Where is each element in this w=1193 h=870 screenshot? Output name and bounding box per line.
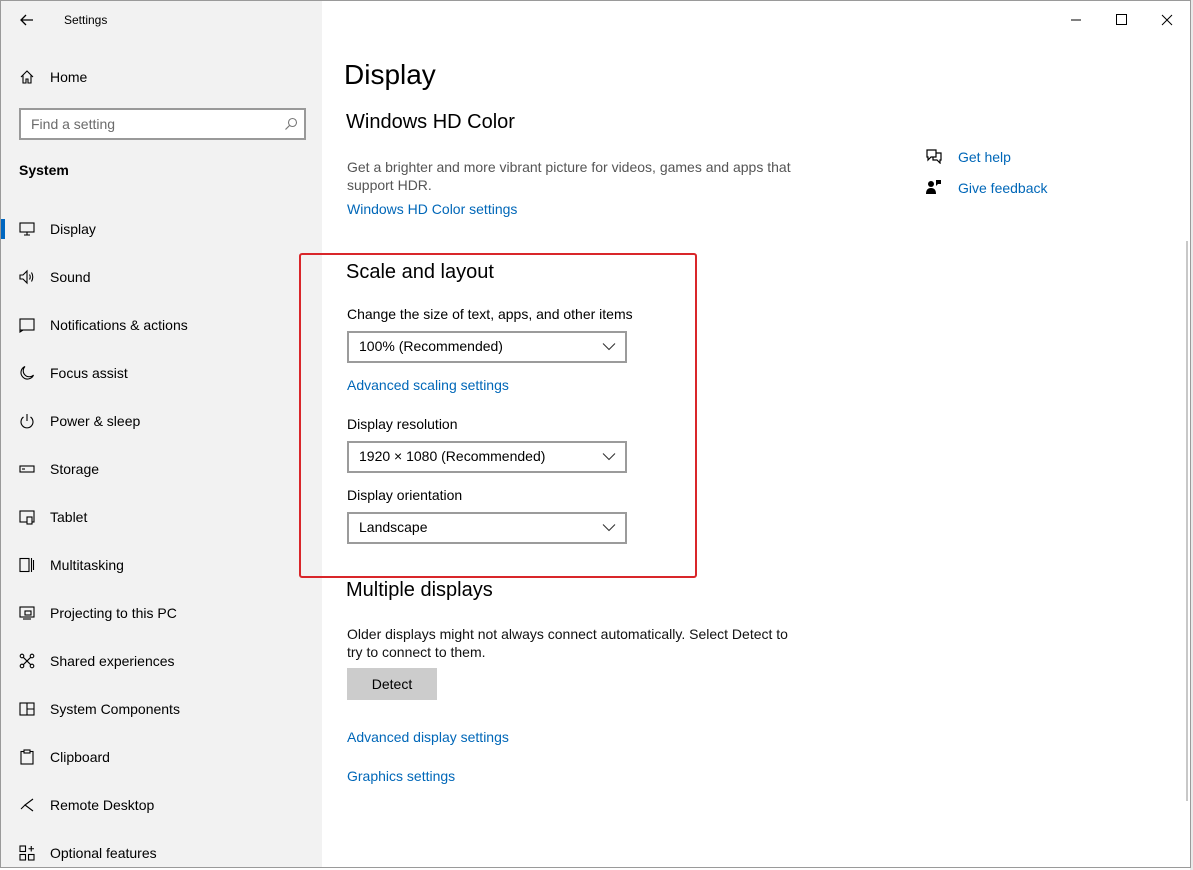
search-icon[interactable] <box>284 117 298 131</box>
sidebar: Settings Home System Display <box>1 1 322 867</box>
tablet-icon <box>19 510 35 525</box>
help-chat-icon <box>926 149 942 164</box>
main-content: Display Windows HD Color Get a brighter … <box>299 1 1190 867</box>
resolution-value: 1920 × 1080 (Recommended) <box>359 448 546 464</box>
sidebar-item-label: Focus assist <box>50 365 128 381</box>
sidebar-item-label: Projecting to this PC <box>50 605 177 621</box>
monitor-icon <box>19 222 35 236</box>
section-title-system: System <box>19 162 69 178</box>
orientation-label: Display orientation <box>347 487 463 503</box>
feedback-icon <box>926 180 941 194</box>
orientation-value: Landscape <box>359 519 428 535</box>
orientation-dropdown[interactable]: Landscape <box>347 512 627 544</box>
advanced-display-settings-link[interactable]: Advanced display settings <box>347 729 509 745</box>
sidebar-item-tablet[interactable]: Tablet <box>1 497 322 537</box>
scrollbar[interactable] <box>1186 241 1188 801</box>
sidebar-item-label: Shared experiences <box>50 653 175 669</box>
remote-desktop-icon <box>20 798 34 812</box>
sidebar-item-clipboard[interactable]: Clipboard <box>1 737 322 777</box>
search-box[interactable] <box>19 108 306 140</box>
sidebar-item-label: Power & sleep <box>50 413 141 429</box>
sidebar-item-label: Multitasking <box>50 557 124 573</box>
sidebar-item-label: Display <box>50 221 96 237</box>
speaker-icon <box>19 269 34 285</box>
resolution-dropdown[interactable]: 1920 × 1080 (Recommended) <box>347 441 627 473</box>
sidebar-item-multitasking[interactable]: Multitasking <box>1 545 322 585</box>
sidebar-item-label: Optional features <box>50 845 157 861</box>
chevron-down-icon <box>602 524 616 532</box>
back-button[interactable] <box>15 9 39 31</box>
hd-color-description: Get a brighter and more vibrant picture … <box>347 159 791 193</box>
components-icon <box>19 702 35 716</box>
sidebar-item-label: System Components <box>50 701 180 717</box>
sidebar-item-power-sleep[interactable]: Power & sleep <box>1 401 322 441</box>
moon-icon <box>20 365 35 380</box>
sidebar-item-notifications[interactable]: Notifications & actions <box>1 305 322 345</box>
give-feedback-label: Give feedback <box>958 180 1048 196</box>
graphics-settings-link[interactable]: Graphics settings <box>347 768 455 784</box>
home-label: Home <box>50 69 88 85</box>
settings-window: Settings Home System Display <box>0 0 1191 868</box>
window-title: Settings <box>64 13 108 27</box>
search-input[interactable] <box>21 110 281 138</box>
sidebar-item-focus-assist[interactable]: Focus assist <box>1 353 322 393</box>
page-title: Display <box>344 59 436 90</box>
hd-color-settings-link[interactable]: Windows HD Color settings <box>347 201 517 217</box>
power-icon <box>20 414 34 429</box>
sidebar-item-label: Storage <box>50 461 100 477</box>
sidebar-item-label: Remote Desktop <box>50 797 155 813</box>
sidebar-item-label: Tablet <box>50 509 88 525</box>
hd-color-heading: Windows HD Color <box>346 111 515 133</box>
chevron-down-icon <box>602 343 616 351</box>
sidebar-item-projecting[interactable]: Projecting to this PC <box>1 593 322 633</box>
sidebar-item-system-components[interactable]: System Components <box>1 689 322 729</box>
scale-layout-heading: Scale and layout <box>346 261 494 283</box>
sidebar-item-display[interactable]: Display <box>1 209 322 249</box>
sidebar-item-storage[interactable]: Storage <box>1 449 322 489</box>
multiple-displays-heading: Multiple displays <box>346 579 493 601</box>
sidebar-item-optional-features[interactable]: Optional features <box>1 833 322 867</box>
sidebar-item-sound[interactable]: Sound <box>1 257 322 297</box>
sidebar-item-label: Notifications & actions <box>50 317 188 333</box>
advanced-scaling-link[interactable]: Advanced scaling settings <box>347 377 509 393</box>
storage-icon <box>19 465 35 473</box>
optional-features-icon <box>19 845 35 861</box>
multiple-displays-description: Older displays might not always connect … <box>347 626 788 660</box>
sidebar-item-label: Sound <box>50 269 91 285</box>
home-nav-item[interactable]: Home <box>1 63 322 91</box>
scale-dropdown[interactable]: 100% (Recommended) <box>347 331 627 363</box>
resolution-label: Display resolution <box>347 416 458 432</box>
sidebar-item-label: Clipboard <box>50 749 110 765</box>
notification-icon <box>19 318 35 333</box>
sidebar-item-remote-desktop[interactable]: Remote Desktop <box>1 785 322 825</box>
detect-button[interactable]: Detect <box>347 668 437 700</box>
clipboard-icon <box>20 749 34 765</box>
sidebar-item-shared-experiences[interactable]: Shared experiences <box>1 641 322 681</box>
multitasking-icon <box>19 557 35 573</box>
scale-value: 100% (Recommended) <box>359 338 503 354</box>
home-icon <box>20 70 34 84</box>
get-help-label: Get help <box>958 149 1011 165</box>
projector-icon <box>19 606 35 620</box>
shared-icon <box>19 653 35 669</box>
chevron-down-icon <box>602 453 616 461</box>
scale-label: Change the size of text, apps, and other… <box>347 306 633 322</box>
back-arrow-icon <box>20 14 33 26</box>
